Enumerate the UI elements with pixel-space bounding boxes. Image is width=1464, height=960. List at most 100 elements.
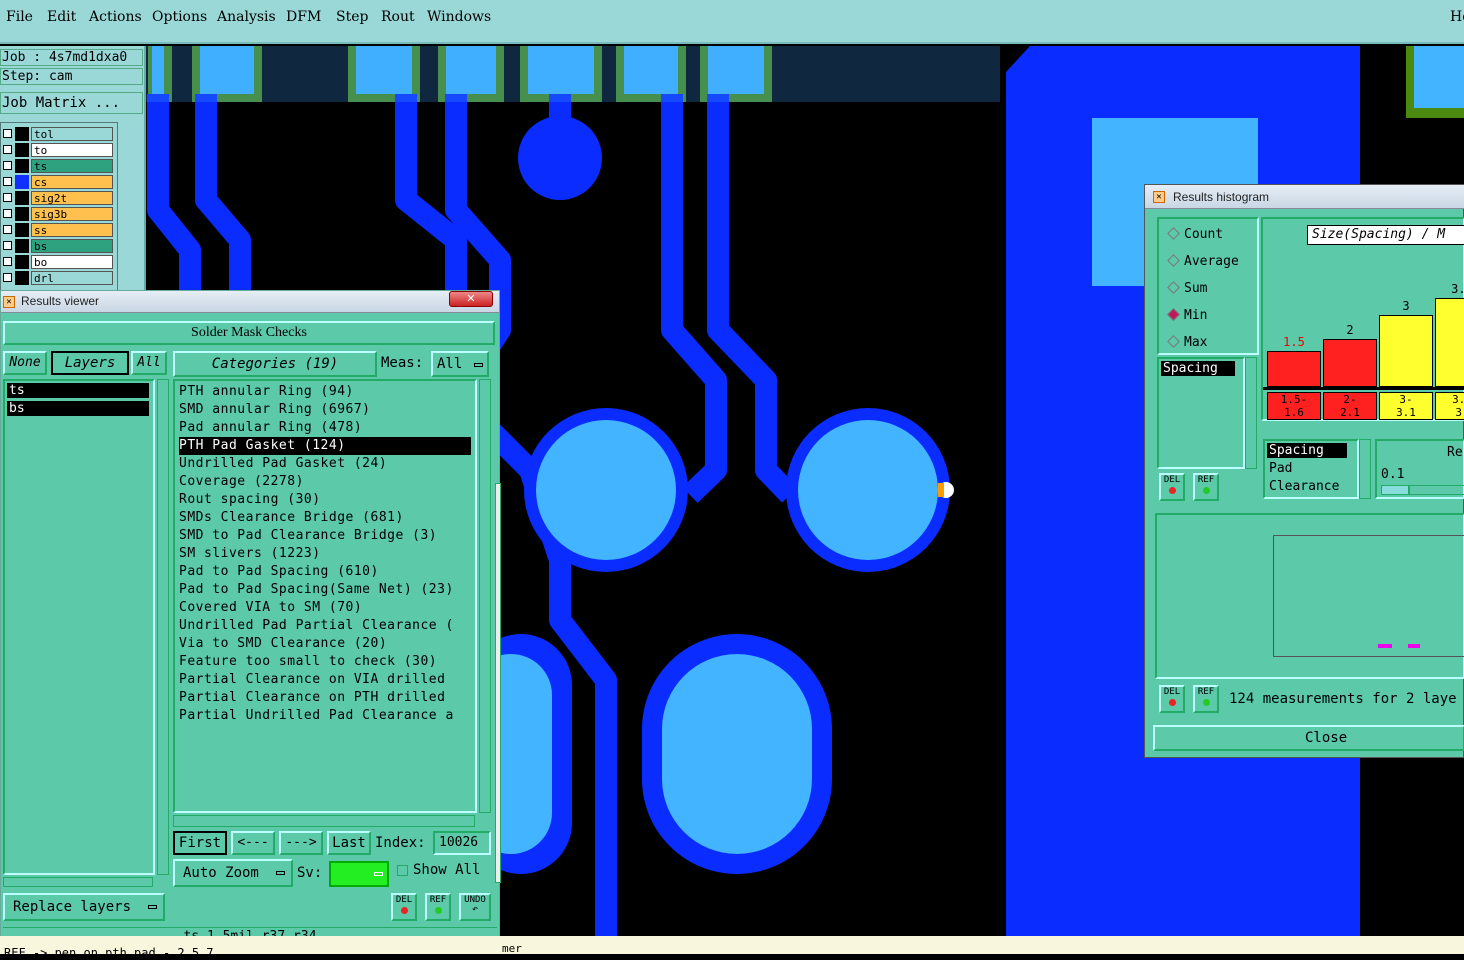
layer-checkbox[interactable]	[3, 241, 12, 250]
layer-row-ss[interactable]: ss	[1, 223, 117, 237]
histogram-bar[interactable]	[1379, 315, 1433, 387]
category-item[interactable]: PTH Pad Gasket (124)	[179, 437, 471, 455]
replace-layers-dropdown[interactable]: Replace layers	[3, 893, 165, 921]
layer-row-ts[interactable]: ts	[1, 159, 117, 173]
job-matrix-button[interactable]: Job Matrix ...	[0, 92, 143, 114]
categories-scrollbar[interactable]	[479, 379, 491, 813]
parameter-item[interactable]: Spacing	[1267, 443, 1347, 458]
categories-list[interactable]: PTH annular Ring (94) SMD annular Ring (6…	[173, 379, 477, 813]
index-input[interactable]: 10026	[433, 831, 491, 855]
auto-zoom-dropdown[interactable]: Auto Zoom	[173, 859, 293, 887]
menu-file[interactable]: File	[6, 9, 33, 25]
menu-rout[interactable]: Rout	[381, 9, 415, 25]
parameter-scrollbar[interactable]	[1359, 439, 1371, 499]
layer-checkbox[interactable]	[3, 145, 12, 154]
mode-min[interactable]: Min	[1167, 308, 1207, 323]
menu-dfm[interactable]: DFM	[286, 9, 321, 25]
menu-analysis[interactable]: Analysis	[217, 9, 276, 25]
mode-sum[interactable]: Sum	[1167, 281, 1207, 296]
measure-item[interactable]: Spacing	[1161, 361, 1235, 376]
category-item[interactable]: SM slivers (1223)	[179, 545, 471, 563]
category-item[interactable]: PTH annular Ring (94)	[179, 383, 471, 401]
parameter-item[interactable]: Clearance	[1269, 479, 1339, 494]
all-button[interactable]: All	[131, 351, 167, 375]
layer-checkbox[interactable]	[3, 209, 12, 218]
menu-options[interactable]: Options	[152, 9, 207, 25]
window-scrollbar[interactable]	[495, 483, 501, 883]
layer-row-tol[interactable]: tol	[1, 127, 117, 141]
category-item[interactable]: Pad annular Ring (478)	[179, 419, 471, 437]
category-item[interactable]: Pad to Pad Spacing (610)	[179, 563, 471, 581]
close-icon[interactable]: ✕	[449, 291, 493, 307]
categories-button[interactable]: Categories (19)	[173, 351, 377, 377]
ref-button[interactable]: REF	[1193, 685, 1219, 713]
category-item[interactable]: Partial Clearance on PTH drilled	[179, 689, 471, 707]
category-item[interactable]: Coverage (2278)	[179, 473, 471, 491]
del-button[interactable]: DEL	[391, 893, 417, 921]
layer-checkbox[interactable]	[3, 177, 12, 186]
layer-checkbox[interactable]	[3, 161, 12, 170]
layer-row-bo[interactable]: bo	[1, 255, 117, 269]
del-button[interactable]: DEL	[1159, 685, 1185, 713]
first-button[interactable]: First	[173, 831, 227, 855]
layer-checkbox[interactable]	[3, 273, 12, 282]
close-button[interactable]: Close	[1153, 725, 1464, 751]
parameter-list[interactable]: Spacing Pad Clearance	[1263, 439, 1359, 499]
slider-thumb[interactable]	[1382, 486, 1410, 494]
category-item[interactable]: Covered VIA to SM (70)	[179, 599, 471, 617]
layer-checkbox[interactable]	[3, 225, 12, 234]
layer-item[interactable]: ts	[7, 383, 149, 398]
measure-list[interactable]: Spacing	[1157, 357, 1245, 469]
layer-checkbox[interactable]	[3, 257, 12, 266]
histogram-bar[interactable]	[1323, 339, 1377, 387]
range-slider[interactable]	[1381, 485, 1464, 495]
histogram-titlebar[interactable]: ✕ Results histogram	[1145, 185, 1464, 209]
category-item[interactable]: Undrilled Pad Gasket (24)	[179, 455, 471, 473]
undo-button[interactable]: UNDO ↶	[459, 893, 491, 921]
results-viewer-titlebar[interactable]: ✕ Results viewer ✕	[1, 291, 499, 313]
layer-row-bs[interactable]: bs	[1, 239, 117, 253]
layer-checkbox[interactable]	[3, 193, 12, 202]
severity-dropdown[interactable]	[329, 861, 389, 887]
layer-row-sig3b[interactable]: sig3b	[1, 207, 117, 221]
menu-edit[interactable]: Edit	[47, 9, 76, 25]
menu-windows[interactable]: Windows	[427, 9, 491, 25]
category-item[interactable]: SMDs Clearance Bridge (681)	[179, 509, 471, 527]
category-item[interactable]: Partial Clearance on VIA drilled	[179, 671, 471, 689]
category-item[interactable]: Feature too small to check (30)	[179, 653, 471, 671]
del-button[interactable]: DEL	[1159, 473, 1185, 501]
category-item[interactable]: Via to SMD Clearance (20)	[179, 635, 471, 653]
mode-max[interactable]: Max	[1167, 335, 1207, 350]
none-button[interactable]: None	[3, 351, 47, 375]
layer-checkbox[interactable]	[3, 129, 12, 138]
menu-actions[interactable]: Actions	[89, 9, 142, 25]
histogram-bar[interactable]	[1435, 298, 1464, 387]
layer-row-drl[interactable]: drl	[1, 271, 117, 285]
category-item[interactable]: Rout spacing (30)	[179, 491, 471, 509]
category-item[interactable]: SMD to Pad Clearance Bridge (3)	[179, 527, 471, 545]
category-item[interactable]: Partial Undrilled Pad Clearance a	[179, 707, 471, 725]
layer-hscrollbar[interactable]	[3, 877, 153, 887]
ref-button[interactable]: REF	[1193, 473, 1219, 501]
mode-average[interactable]: Average	[1167, 254, 1239, 269]
category-item[interactable]: Pad to Pad Spacing(Same Net) (23)	[179, 581, 471, 599]
layer-item[interactable]: bs	[7, 401, 149, 416]
layer-row-cs[interactable]: cs	[1, 175, 117, 189]
last-button[interactable]: Last	[327, 831, 371, 855]
categories-hscrollbar[interactable]	[173, 815, 475, 827]
layer-scrollbar[interactable]	[157, 379, 169, 875]
layer-row-to[interactable]: to	[1, 143, 117, 157]
menu-help[interactable]: He	[1450, 9, 1464, 25]
prev-button[interactable]: <---	[231, 831, 275, 855]
category-item[interactable]: Undrilled Pad Partial Clearance (	[179, 617, 471, 635]
histogram-bar[interactable]	[1267, 351, 1321, 387]
mode-count[interactable]: Count	[1167, 227, 1223, 242]
ref-button[interactable]: REF	[425, 893, 451, 921]
measure-scrollbar[interactable]	[1245, 357, 1257, 469]
next-button[interactable]: --->	[279, 831, 323, 855]
parameter-item[interactable]: Pad	[1269, 461, 1292, 476]
menu-step[interactable]: Step	[336, 9, 368, 25]
meas-dropdown[interactable]: All	[431, 351, 489, 377]
layer-results-list[interactable]: ts bs	[3, 379, 155, 875]
layer-row-sig2t[interactable]: sig2t	[1, 191, 117, 205]
